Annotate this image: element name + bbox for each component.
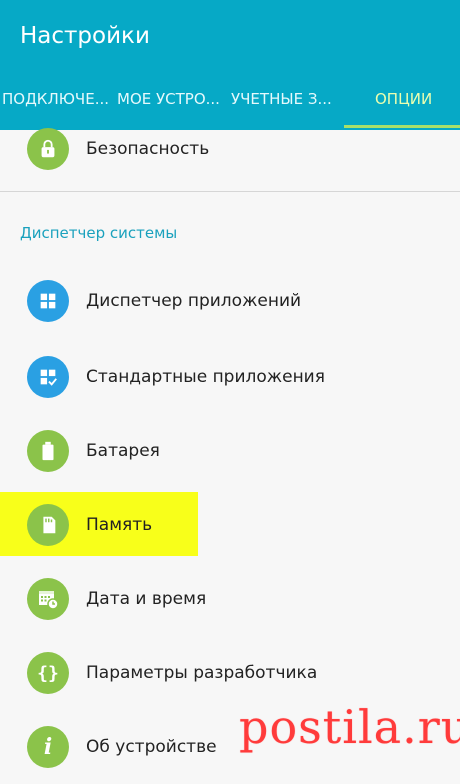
app-manager-label: Диспетчер приложений bbox=[86, 291, 302, 311]
list-item-default-apps[interactable]: Стандартные приложения bbox=[0, 340, 460, 414]
app-header: Настройки ПОДКЛЮЧЕ... МОЕ УСТРО... УЧЕТН… bbox=[0, 0, 460, 130]
about-device-label: Об устройстве bbox=[86, 737, 217, 757]
default-apps-icon bbox=[27, 356, 69, 398]
section-title: Диспетчер системы bbox=[20, 224, 178, 242]
page-title: Настройки bbox=[20, 23, 150, 49]
battery-icon bbox=[27, 430, 69, 472]
apps-grid-icon bbox=[27, 280, 69, 322]
list-item-app-manager[interactable]: Диспетчер приложений bbox=[0, 264, 460, 338]
list-item-security[interactable]: Безопасность bbox=[0, 112, 460, 186]
info-icon: i bbox=[27, 726, 69, 768]
list-item-battery[interactable]: Батарея bbox=[0, 414, 460, 488]
braces-icon: {} bbox=[27, 652, 69, 694]
lock-icon bbox=[27, 128, 69, 170]
section-divider bbox=[0, 191, 460, 192]
watermark: postila.ru bbox=[239, 700, 460, 754]
security-label: Безопасность bbox=[86, 139, 210, 159]
developer-options-label: Параметры разработчика bbox=[86, 663, 318, 683]
list-item-storage[interactable]: Память bbox=[0, 488, 460, 562]
storage-label: Память bbox=[86, 515, 153, 535]
date-time-label: Дата и время bbox=[86, 589, 207, 609]
calendar-clock-icon bbox=[27, 578, 69, 620]
default-apps-label: Стандартные приложения bbox=[86, 367, 325, 387]
sd-card-icon bbox=[27, 504, 69, 546]
battery-label: Батарея bbox=[86, 441, 160, 461]
list-item-developer-options[interactable]: {} Параметры разработчика bbox=[0, 636, 460, 710]
list-item-date-time[interactable]: Дата и время bbox=[0, 562, 460, 636]
